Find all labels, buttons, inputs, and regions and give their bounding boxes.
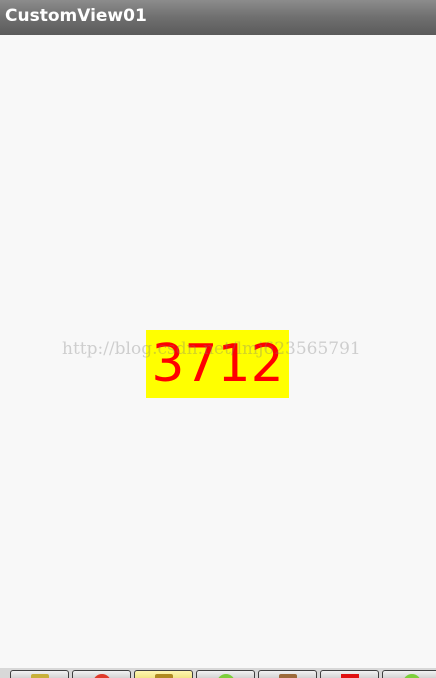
red-circle-icon xyxy=(93,674,111,678)
title-bar: CustomView01 xyxy=(0,0,436,35)
folder-icon xyxy=(31,674,49,678)
taskbar-button-6[interactable] xyxy=(320,670,379,678)
taskbar-button-3[interactable] xyxy=(134,670,193,678)
red-square-icon xyxy=(341,674,359,678)
document-icon xyxy=(279,674,297,678)
custom-number-view[interactable]: 3712 xyxy=(146,330,289,398)
folder-open-icon xyxy=(155,674,173,678)
taskbar-button-7[interactable] xyxy=(382,670,436,678)
taskbar xyxy=(0,668,436,678)
random-number-text: 3712 xyxy=(151,334,284,394)
app-title: CustomView01 xyxy=(5,6,147,26)
taskbar-button-5[interactable] xyxy=(258,670,317,678)
green-circle-icon xyxy=(403,674,421,678)
taskbar-button-2[interactable] xyxy=(72,670,131,678)
taskbar-button-1[interactable] xyxy=(10,670,69,678)
taskbar-button-4[interactable] xyxy=(196,670,255,678)
screen: CustomView01 3712 http://blog.csdn.net/l… xyxy=(0,0,436,678)
green-circle-icon xyxy=(217,674,235,678)
